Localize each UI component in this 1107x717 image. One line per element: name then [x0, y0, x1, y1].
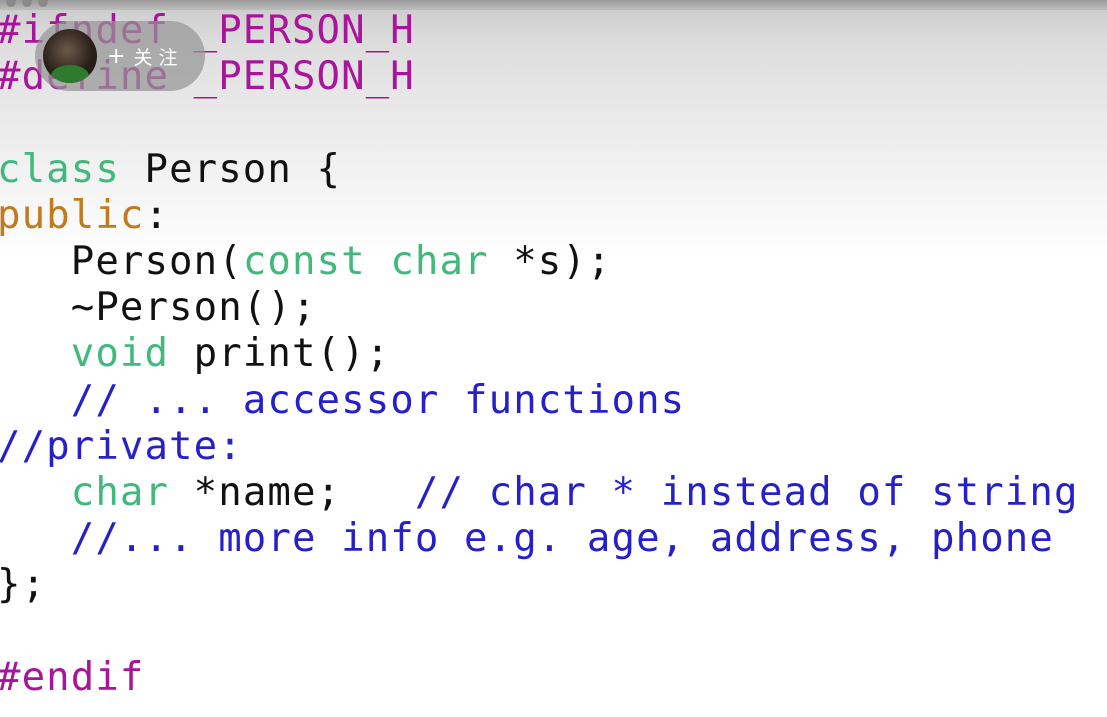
class-declaration: Person {: [119, 146, 342, 192]
code-line-11: char *name; // char * instead of string: [0, 470, 1107, 516]
code-editor[interactable]: #ifndef _PERSON_H #define _PERSON_H clas…: [0, 8, 1107, 701]
follow-button-label[interactable]: 关注: [133, 43, 183, 70]
keyword-class: class: [0, 146, 120, 192]
comment: //... more info e.g. age, address, phone: [70, 516, 1054, 562]
code-line-12: //... more info e.g. age, address, phone: [0, 516, 1107, 562]
code-line-13: };: [0, 562, 1107, 608]
method-declaration: print();: [169, 331, 391, 377]
keyword-char: char: [70, 469, 170, 515]
code-line-15: #endif: [0, 655, 1107, 701]
keyword-void: void: [70, 331, 170, 377]
follow-overlay[interactable]: + 关注: [35, 21, 205, 91]
constructor-name: Person(: [0, 238, 243, 284]
preprocessor-directive: #endif: [0, 654, 145, 700]
code-line-10: //private:: [0, 424, 1107, 470]
colon: :: [144, 192, 170, 238]
code-line-8: void print();: [0, 331, 1107, 377]
minimize-window-icon[interactable]: [22, 0, 32, 7]
keyword-char: char: [390, 238, 489, 284]
code-line-5: public:: [0, 193, 1107, 239]
comment: // char * instead of string: [414, 469, 1079, 515]
code-line-6: Person(const char *s);: [0, 239, 1107, 285]
code-line-9: // ... accessor functions: [0, 378, 1107, 424]
class-end: };: [0, 562, 47, 608]
macro-name: _PERSON_H: [169, 54, 415, 100]
code-line-3-blank: [0, 100, 1107, 146]
code-line-14-blank: [0, 608, 1107, 654]
code-line-4: class Person {: [0, 147, 1107, 193]
member-declaration: *name;: [169, 469, 415, 515]
comment: //private:: [0, 423, 243, 469]
parameter: *s);: [488, 238, 612, 284]
keyword-const: const: [242, 238, 366, 284]
zoom-window-icon[interactable]: [38, 0, 48, 7]
plus-icon[interactable]: +: [107, 44, 125, 69]
close-window-icon[interactable]: [6, 0, 16, 7]
macro-name: _PERSON_H: [169, 8, 415, 53]
code-line-7: ~Person();: [0, 285, 1107, 331]
avatar[interactable]: [43, 29, 97, 83]
access-specifier: public: [0, 192, 145, 238]
comment: // ... accessor functions: [70, 377, 686, 423]
destructor-declaration: ~Person();: [0, 285, 317, 331]
